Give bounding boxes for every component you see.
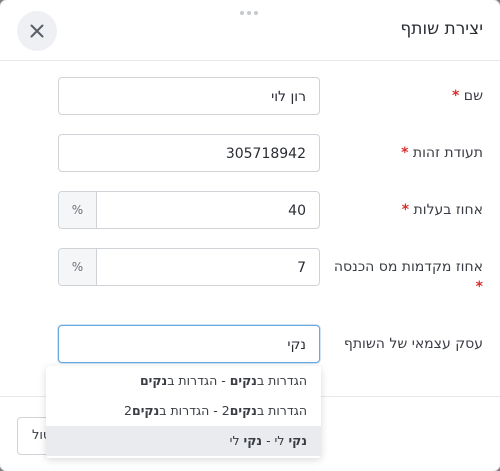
id-number-label-text: תעודת זהות [412, 145, 483, 161]
id-number-input[interactable]: 305718942 [58, 134, 320, 172]
percent-suffix: % [59, 192, 97, 228]
option-text: הגדרות ב [256, 403, 307, 418]
dialog-header: יצירת שותף [0, 0, 500, 61]
option-match: נקים [139, 373, 168, 388]
business-label-text: עסק עצמאי של השותף [343, 336, 483, 352]
required-mark: * [475, 279, 483, 295]
dropdown-option-active[interactable]: נקי לי - נקי לי [46, 426, 321, 456]
tax-advance-label: אחוז מקדמות מס הכנסה * [333, 257, 483, 297]
business-autocomplete-dropdown: הגדרות בנקים - הגדרות בנקים הגדרות בנקים… [46, 366, 321, 458]
ownership-label-text: אחוז בעלות [413, 202, 483, 218]
option-text: לי - [262, 433, 289, 448]
dropdown-option[interactable]: הגדרות בנקים - הגדרות בנקים [46, 366, 321, 396]
create-partner-dialog: יצירת שותף שם * רון לוי תעודת זהות * 305… [0, 0, 500, 471]
close-button[interactable] [17, 11, 57, 51]
option-text: לי [229, 433, 244, 448]
option-match: נקי [288, 433, 307, 448]
name-value: רון לוי [271, 89, 306, 105]
ownership-input[interactable]: % 40 [58, 191, 320, 229]
name-label: שם * [333, 86, 483, 106]
option-match: נקים [229, 403, 257, 418]
id-number-label: תעודת זהות * [333, 143, 483, 163]
percent-suffix: % [59, 249, 97, 285]
required-mark: * [452, 88, 460, 104]
business-search-input[interactable]: נקי [58, 325, 320, 363]
ownership-value: 40 [288, 203, 306, 219]
option-text: - הגדרות ב [167, 373, 230, 388]
business-search-value: נקי [287, 337, 306, 353]
option-match: נקים [132, 403, 160, 418]
name-label-text: שם [463, 88, 483, 104]
business-label: עסק עצמאי של השותף [333, 334, 483, 354]
option-match: נקי [243, 433, 263, 448]
option-text: הגדרות ב [256, 373, 307, 388]
id-number-value: 305718942 [225, 146, 306, 162]
option-match: נקים [229, 373, 257, 388]
name-input[interactable]: רון לוי [58, 77, 320, 115]
option-text: 2 [124, 403, 132, 418]
tax-advance-input[interactable]: % 7 [58, 248, 320, 286]
option-text: 2 - הגדרות ב [159, 403, 230, 418]
dialog-title: יצירת שותף [400, 19, 483, 39]
required-mark: * [401, 145, 409, 161]
tax-advance-value: 7 [297, 260, 306, 276]
tax-advance-label-text: אחוז מקדמות מס הכנסה [333, 259, 483, 275]
dropdown-option[interactable]: הגדרות בנקים2 - הגדרות בנקים2 [46, 396, 321, 426]
required-mark: * [401, 202, 410, 218]
ownership-label: אחוז בעלות * [333, 200, 483, 220]
close-icon [30, 24, 44, 38]
